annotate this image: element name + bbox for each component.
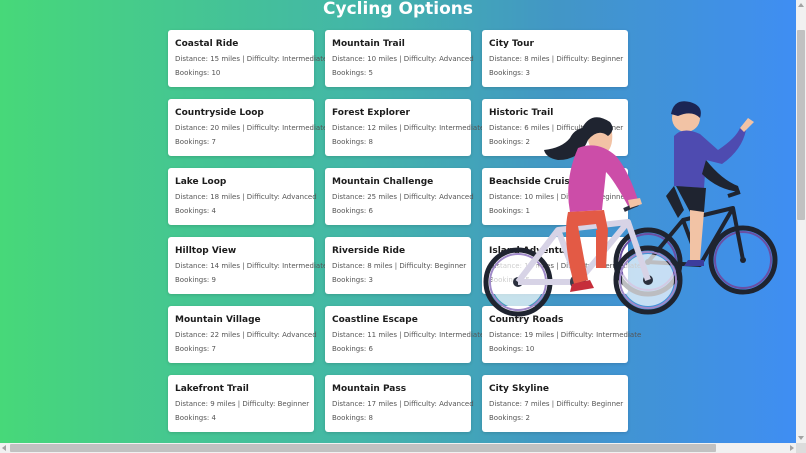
option-info: Distance: 8 miles | Difficulty: Beginner [332,262,467,270]
option-bookings: Bookings: 4 [175,414,216,422]
option-bookings: Bookings: 4 [175,207,216,215]
option-bookings: Bookings: 3 [489,69,530,77]
option-bookings: Bookings: 8 [332,414,373,422]
horizontal-scrollbar[interactable] [0,443,796,453]
option-bookings: Bookings: 5 [332,69,373,77]
option-bookings: Bookings: 2 [489,414,530,422]
vertical-scrollbar[interactable] [796,0,806,443]
cyclists-illustration [483,101,778,317]
option-name: Mountain Challenge [332,177,434,187]
option-name: Forest Explorer [332,108,410,118]
option-bookings: Bookings: 7 [175,138,216,146]
option-info: Distance: 7 miles | Difficulty: Beginner [489,400,624,408]
option-bookings: Bookings: 6 [332,345,373,353]
option-bookings: Bookings: 3 [332,276,373,284]
option-bookings: Bookings: 9 [175,276,216,284]
scroll-left-icon[interactable] [2,445,6,451]
horizontal-scroll-thumb[interactable] [10,444,716,452]
option-card[interactable]: Lake Loop Distance: 18 miles | Difficult… [168,168,317,225]
option-card[interactable]: Mountain Village Distance: 22 miles | Di… [168,306,317,363]
option-info: Distance: 9 miles | Difficulty: Beginner [175,400,310,408]
option-info: Distance: 20 miles | Difficulty: Interme… [175,124,328,132]
option-bookings: Bookings: 10 [175,69,221,77]
scroll-right-icon[interactable] [790,445,794,451]
option-card[interactable]: Riverside Ride Distance: 8 miles | Diffi… [325,237,471,294]
option-name: City Skyline [489,384,550,394]
option-card[interactable]: Hilltop View Distance: 14 miles | Diffic… [168,237,328,294]
option-name: Hilltop View [175,246,237,256]
option-card[interactable]: Mountain Challenge Distance: 25 miles | … [325,168,474,225]
option-name: Mountain Pass [332,384,407,394]
option-bookings: Bookings: 6 [332,207,373,215]
option-name: Countryside Loop [175,108,264,118]
option-name: Riverside Ride [332,246,406,256]
option-info: Distance: 18 miles | Difficulty: Advance… [175,193,317,201]
scroll-down-icon[interactable] [798,436,804,440]
option-info: Distance: 8 miles | Difficulty: Beginner [489,55,624,63]
page-content: Cycling Options Coastal Ride Distance: 1… [0,0,796,443]
option-info: Distance: 22 miles | Difficulty: Advance… [175,331,317,339]
vertical-scroll-thumb[interactable] [797,30,805,220]
option-card[interactable]: Forest Explorer Distance: 12 miles | Dif… [325,99,485,156]
option-info: Distance: 19 miles | Difficulty: Interme… [489,331,642,339]
option-bookings: Bookings: 10 [489,345,535,353]
option-info: Distance: 15 miles | Difficulty: Interme… [175,55,328,63]
option-name: Mountain Village [175,315,261,325]
option-card[interactable]: City Skyline Distance: 7 miles | Difficu… [482,375,628,432]
option-bookings: Bookings: 8 [332,138,373,146]
option-info: Distance: 14 miles | Difficulty: Interme… [175,262,328,270]
page-title: Cycling Options [323,0,473,19]
option-info: Distance: 11 miles | Difficulty: Interme… [332,331,485,339]
option-name: Coastal Ride [175,39,239,49]
option-name: Lakefront Trail [175,384,249,394]
option-name: Coastline Escape [332,315,418,325]
option-card[interactable]: Mountain Pass Distance: 17 miles | Diffi… [325,375,474,432]
option-info: Distance: 12 miles | Difficulty: Interme… [332,124,485,132]
option-card[interactable]: Coastal Ride Distance: 15 miles | Diffic… [168,30,328,87]
option-card[interactable]: Mountain Trail Distance: 10 miles | Diff… [325,30,474,87]
option-card[interactable]: Coastline Escape Distance: 11 miles | Di… [325,306,485,363]
scrollbar-corner [796,443,806,453]
option-card[interactable]: Countryside Loop Distance: 20 miles | Di… [168,99,328,156]
option-bookings: Bookings: 7 [175,345,216,353]
option-info: Distance: 10 miles | Difficulty: Advance… [332,55,474,63]
option-info: Distance: 25 miles | Difficulty: Advance… [332,193,474,201]
option-info: Distance: 17 miles | Difficulty: Advance… [332,400,474,408]
option-card[interactable]: Lakefront Trail Distance: 9 miles | Diff… [168,375,314,432]
option-card[interactable]: City Tour Distance: 8 miles | Difficulty… [482,30,628,87]
option-name: Mountain Trail [332,39,405,49]
scroll-up-icon[interactable] [798,3,804,7]
option-name: City Tour [489,39,534,49]
option-name: Lake Loop [175,177,227,187]
